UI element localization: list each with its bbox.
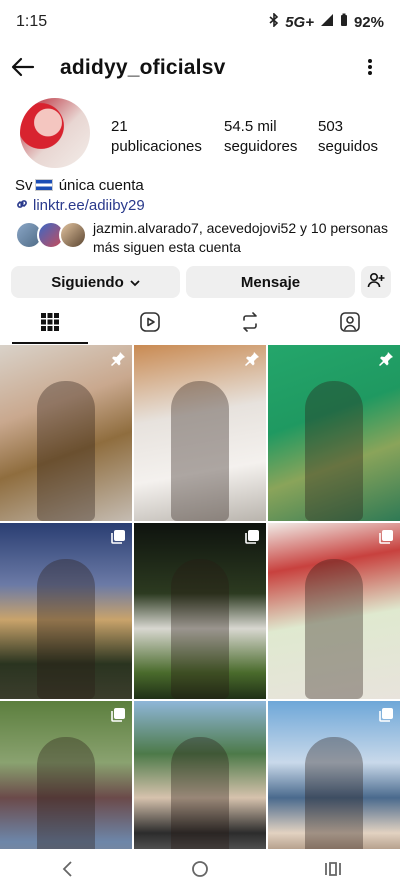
photo-subject	[305, 559, 363, 699]
following-button-label: Siguiendo	[51, 273, 124, 291]
chevron-down-icon	[130, 274, 140, 291]
bio-link-text: linktr.ee/adiiby29	[33, 197, 145, 214]
bluetooth-icon	[269, 12, 279, 31]
carousel-icon	[378, 529, 394, 545]
posts-count: 21	[111, 118, 128, 135]
profile-bio: Sv única cuenta	[15, 177, 144, 194]
profile-avatar[interactable]	[20, 98, 90, 168]
followers-count: 54.5 mil	[224, 118, 277, 135]
posts-label: publicaciones	[111, 138, 202, 155]
battery-level: 92%	[353, 13, 384, 31]
bio-prefix: Sv	[15, 177, 33, 194]
photo-subject	[37, 381, 95, 521]
grid-icon	[40, 312, 60, 337]
message-button-label: Mensaje	[240, 273, 301, 291]
profile-username: adidyy_oficialsv	[60, 56, 226, 79]
profile-header: adidyy_oficialsv	[0, 48, 400, 88]
nav-recents-icon[interactable]	[313, 854, 353, 884]
pin-icon	[110, 351, 126, 367]
status-bar: 1:15 5G+ 92%	[0, 0, 400, 44]
el-salvador-flag-icon	[34, 179, 53, 191]
post-thumbnail[interactable]	[268, 345, 400, 521]
nav-back-icon[interactable]	[47, 854, 87, 884]
system-nav-bar	[0, 849, 400, 889]
carousel-icon	[378, 707, 394, 723]
link-icon	[15, 197, 29, 214]
avatar	[59, 221, 87, 249]
following-stat[interactable]: 503 seguidos	[318, 117, 378, 157]
post-thumbnail[interactable]	[134, 345, 266, 521]
reposts-icon	[239, 311, 261, 338]
more-options-icon[interactable]	[360, 54, 380, 80]
following-label: seguidos	[318, 138, 379, 155]
post-thumbnail[interactable]	[268, 523, 400, 699]
following-count: 503	[318, 118, 344, 135]
photo-subject	[305, 381, 363, 521]
bio-text: única cuenta	[58, 177, 144, 194]
tab-tagged[interactable]	[300, 304, 400, 344]
tagged-icon	[339, 311, 361, 338]
bio-link[interactable]: linktr.ee/adiiby29	[15, 197, 145, 214]
posts-grid	[0, 345, 400, 877]
profile-tabs	[0, 304, 400, 344]
back-arrow-icon[interactable]	[10, 54, 36, 80]
status-time: 1:15	[16, 13, 48, 30]
carousel-icon	[110, 707, 126, 723]
nav-home-icon[interactable]	[180, 854, 220, 884]
battery-icon	[340, 13, 348, 31]
photo-subject	[171, 559, 229, 699]
suggested-users-button[interactable]	[361, 266, 391, 298]
reels-icon	[139, 311, 161, 338]
pin-icon	[378, 351, 394, 367]
followers-label: seguidores	[224, 138, 298, 155]
tab-reposts[interactable]	[200, 304, 300, 344]
add-user-icon	[367, 272, 385, 292]
following-button[interactable]: Siguiendo	[11, 266, 180, 298]
message-button[interactable]: Mensaje	[186, 266, 355, 298]
signal-icon	[320, 13, 334, 31]
tab-reels[interactable]	[100, 304, 200, 344]
photo-subject	[171, 381, 229, 521]
posts-stat[interactable]: 21 publicaciones	[111, 117, 202, 157]
mutual-avatars	[15, 221, 89, 251]
network-label: 5G+	[285, 13, 314, 31]
carousel-icon	[244, 529, 260, 545]
tab-posts[interactable]	[0, 304, 100, 344]
post-thumbnail[interactable]	[0, 345, 132, 521]
mutual-followers-text: jazmin.alvarado7, acevedojovi52 y 10 per…	[93, 220, 388, 255]
pin-icon	[244, 351, 260, 367]
carousel-icon	[110, 529, 126, 545]
photo-subject	[37, 559, 95, 699]
post-thumbnail[interactable]	[0, 523, 132, 699]
post-thumbnail[interactable]	[134, 523, 266, 699]
profile-actions: Siguiendo Mensaje	[11, 266, 391, 298]
mutual-followers[interactable]: jazmin.alvarado7, acevedojovi52 y 10 per…	[15, 219, 395, 257]
followers-stat[interactable]: 54.5 mil seguidores	[224, 117, 297, 157]
status-icons: 5G+ 92%	[269, 12, 384, 31]
